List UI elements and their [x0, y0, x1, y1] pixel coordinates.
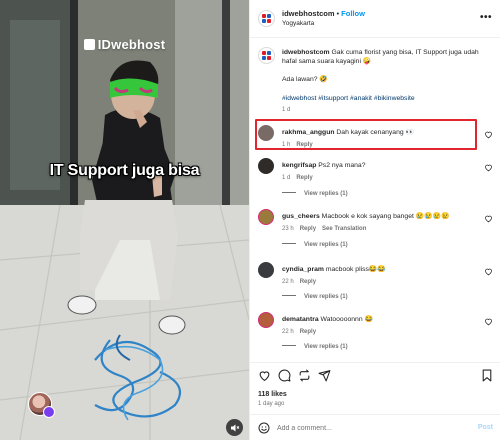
author-username[interactable]: idwebhostcom — [282, 9, 335, 18]
comment-bubble-icon[interactable] — [278, 369, 291, 382]
add-comment-bar: Post — [250, 414, 500, 440]
commenter-avatar[interactable] — [258, 209, 274, 225]
follow-button[interactable]: Follow — [341, 9, 365, 18]
like-comment-heart-icon[interactable] — [484, 267, 493, 276]
view-replies-label: View replies (1) — [304, 191, 348, 197]
commenter-avatar[interactable] — [258, 262, 274, 278]
reply-button[interactable]: Reply — [296, 175, 312, 181]
video-overlay-caption: IT Support juga bisa — [49, 162, 200, 179]
like-heart-icon[interactable] — [258, 369, 271, 382]
caption-hashtags[interactable]: #idwebhost #itsupport #anakit #bikinwebs… — [282, 95, 415, 102]
more-options-icon[interactable]: ••• — [480, 13, 492, 23]
comment-meta: 22 h Reply — [282, 329, 322, 335]
caption-author-avatar[interactable] — [258, 47, 275, 64]
comment-body: Ps2 nya mana? — [318, 162, 366, 169]
caption-body-2: Ada lawan? 🤣 — [282, 76, 328, 83]
media-scene — [0, 0, 249, 440]
view-replies-label: View replies (1) — [304, 344, 348, 350]
comment-meta: 1 d Reply — [282, 175, 319, 181]
comment-meta: 22 h Reply — [282, 279, 322, 285]
save-bookmark-icon[interactable] — [481, 369, 493, 382]
comment-time: 22 h — [282, 329, 294, 335]
like-comment-heart-icon[interactable] — [484, 130, 493, 139]
view-replies-button[interactable]: View replies (1) — [282, 344, 348, 350]
like-count[interactable]: 118 likes — [258, 391, 287, 398]
comment-body: macbook pliss😂😂 — [325, 266, 386, 273]
comment-text: cyndia_pram macbook pliss😂😂 — [282, 265, 482, 274]
like-comment-heart-icon[interactable] — [484, 163, 493, 172]
mute-toggle-button[interactable] — [226, 419, 243, 436]
view-replies-button[interactable]: View replies (1) — [282, 191, 348, 197]
brand-logo-icon — [262, 14, 272, 24]
commenter-username[interactable]: gus_cheers — [282, 213, 320, 220]
replies-divider — [282, 345, 296, 346]
replies-divider — [282, 243, 296, 244]
share-send-icon[interactable] — [318, 369, 331, 382]
brand-logo-icon — [83, 39, 95, 50]
view-replies-button[interactable]: View replies (1) — [282, 242, 348, 248]
post-action-bar — [250, 362, 500, 390]
comment-time: 1 d — [282, 175, 291, 181]
comment-text: dematantra Watooooonnn 😂 — [282, 315, 482, 324]
author-avatar[interactable] — [258, 10, 275, 27]
caption-timestamp: 1 d — [282, 107, 291, 113]
view-replies-label: View replies (1) — [304, 294, 348, 300]
watermark-logo: IDwebhost — [0, 37, 249, 52]
replies-divider — [282, 295, 296, 296]
reply-button[interactable]: Reply — [300, 329, 316, 335]
comment-time: 22 h — [282, 279, 294, 285]
caption-username[interactable]: idwebhostcom — [282, 49, 330, 56]
highlight-box — [255, 119, 477, 150]
caption-text: idwebhostcom Gak cuma florist yang bisa,… — [282, 48, 492, 84]
commenter-avatar[interactable] — [258, 312, 274, 328]
post-comment-button[interactable]: Post — [478, 424, 493, 431]
commenter-username[interactable]: kengrifsap — [282, 162, 316, 169]
post-header: idwebhostcom • Follow Yogyakarta ••• — [250, 0, 500, 38]
post-media[interactable]: IDwebhost IT Support juga bisa — [0, 0, 249, 440]
post-location[interactable]: Yogyakarta — [282, 20, 314, 27]
header-separator: • — [336, 9, 340, 18]
comment-meta: 23 h Reply See Translation — [282, 226, 372, 232]
comment-body: Watooooonnn 😂 — [320, 316, 373, 323]
post-date: 1 day ago — [258, 401, 285, 407]
comment-text: kengrifsap Ps2 nya mana? — [282, 161, 482, 170]
commenter-username[interactable]: dematantra — [282, 316, 319, 323]
post-side-panel: idwebhostcom • Follow Yogyakarta ••• idweb… — [249, 0, 500, 440]
author-header-line: idwebhostcom • Follow — [282, 9, 365, 18]
reply-button[interactable]: Reply — [300, 226, 316, 232]
comment-text: gus_cheers Macbook e kok sayang banget 😢… — [282, 212, 482, 221]
commenter-username[interactable]: cyndia_pram — [282, 266, 324, 273]
like-comment-heart-icon[interactable] — [484, 317, 493, 326]
replies-divider — [282, 192, 296, 193]
comment-body: Macbook e kok sayang banget 😢😢😢😢 — [321, 213, 450, 220]
speaker-muted-icon — [230, 424, 239, 431]
like-comment-heart-icon[interactable] — [484, 214, 493, 223]
view-replies-button[interactable]: View replies (1) — [282, 294, 348, 300]
brand-logo-icon — [262, 51, 272, 61]
reply-button[interactable]: Reply — [300, 279, 316, 285]
view-replies-label: View replies (1) — [304, 242, 348, 248]
repost-icon[interactable] — [298, 369, 311, 382]
watermark-text: IDwebhost — [97, 37, 166, 52]
comment-input[interactable] — [277, 419, 457, 437]
see-translation-button[interactable]: See Translation — [322, 226, 366, 232]
emoji-smiley-icon[interactable] — [258, 422, 270, 434]
comment-time: 23 h — [282, 226, 294, 232]
tagged-badge-icon — [43, 406, 55, 418]
commenter-avatar[interactable] — [258, 158, 274, 174]
